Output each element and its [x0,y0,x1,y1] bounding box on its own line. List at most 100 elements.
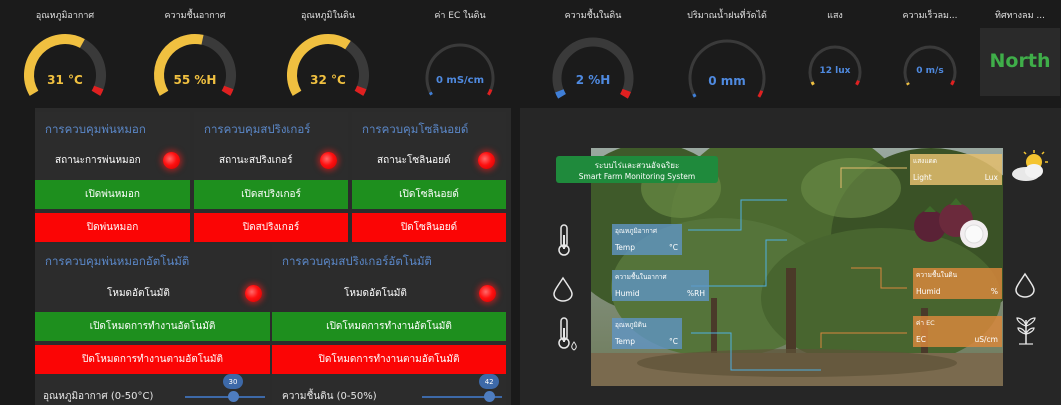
water-drop-icon [553,276,573,302]
auto-sprinkler-off-button[interactable]: ปิดโหมดการทำงานตามอัตโนมัติ [272,345,506,374]
solenoid-off-button[interactable]: ปิดโซลินอยด์ [352,213,506,242]
mist-off-button[interactable]: ปิดพ่นหมอก [35,213,190,242]
gauge-redline [855,80,860,86]
tag-title: อุณหภูมิดิน [615,321,647,329]
gauge-redline [91,85,104,96]
gauge-redline [620,88,631,99]
tag-unit: % [990,287,998,296]
solenoid-status-led [478,152,495,169]
tag-label: Temp [615,337,635,346]
plant-sprout-icon [1016,317,1036,345]
auto-sprinkler-on-button[interactable]: เปิดโหมดการทำงานอัตโนมัติ [272,312,506,341]
sprinkler-control-title: การควบคุมสปริงเกอร์ [204,122,311,136]
mist-status-label: สถานะการพ่นหมอก [55,155,141,166]
banner-title-th: ระบบไร่และสวนอัจฉริยะ [594,161,680,170]
solenoid-on-button[interactable]: เปิดโซลินอยด์ [352,180,506,209]
gauge-fill [428,91,433,96]
mist-on-button[interactable]: เปิดพ่นหมอก [35,180,190,209]
wind-direction-title: ทิศทางลม ... [995,11,1045,21]
gauge-air-humidity: ความชื้นอากาศ 55 %H [145,0,245,100]
tag-title: ค่า EC [916,319,935,327]
auto-mist-off-button[interactable]: ปิดโหมดการทำงานตามอัตโนมัติ [35,345,270,374]
solenoid-control-title: การควบคุมโซลินอยด์ [362,122,469,136]
auto-mist-mode-label: โหมดอัตโนมัติ [107,288,170,299]
auto-sprinkler-control-card: การควบคุมสปริงเกอร์อัตโนมัติ โหมดอัตโนมั… [272,244,506,405]
sun-cloud-icon [1012,150,1048,181]
sprinkler-status-led [320,152,337,169]
tag-label: Humid [916,287,941,296]
auto-sprinkler-control-title: การควบคุมสปริงเกอร์อัตโนมัติ [282,254,432,268]
tag-title: ความชื้นในอากาศ [615,273,667,281]
thermometer-icon [558,224,570,256]
gauge-fill [810,81,815,86]
solenoid-control-card: การควบคุมโซลินอยด์ สถานะโซลินอยด์ เปิดโซ… [352,112,506,242]
tag-label: EC [916,335,926,344]
tag-unit: uS/cm [974,335,998,344]
tag-title: ความชื้นในดิน [916,271,958,279]
tag-label: Humid [615,289,640,298]
tag-unit: %RH [687,289,705,298]
tag-label: Temp [615,243,635,252]
auto-mist-mode-led [245,285,262,302]
gauge-value: 12 lux [819,66,851,76]
auto-sprinkler-mode-label: โหมดอัตโนมัติ [344,288,407,299]
auto-sprinkler-mode-led [479,285,496,302]
auto-sprinkler-slider-value: 42 [479,374,500,389]
gauge-arc [808,45,862,86]
gauge-redline [221,85,234,96]
mist-control-card: การควบคุมพ่นหมอก สถานะการพ่นหมอก เปิดพ่น… [35,112,190,242]
tag-title: แสงแดด [913,157,937,165]
mangosteen-fruit-icon [914,198,988,248]
gauge-redline [354,85,367,96]
wind-direction-value: North [989,50,1051,72]
auto-mist-control-card: การควบคุมพ่นหมอกอัตโนมัติ โหมดอัตโนมัติ … [35,244,270,405]
gauge-soil-temperature: อุณหภูมิในดิน 32 °C [278,0,378,100]
sensor-gauge-bar: อุณหภูมิอากาศ 31 °C ความชื้นอากาศ 55 %H … [0,0,1061,100]
gauge-value: 0 mm [708,74,746,88]
auto-mist-slider-label: อุณหภูมิอากาศ (0-50°C) [43,391,154,402]
ec-tag: ค่า EC EC uS/cm [913,316,1002,347]
auto-mist-slider-value: 30 [223,374,243,389]
control-panel: การควบคุมพ่นหมอก สถานะการพ่นหมอก เปิดพ่น… [35,108,511,405]
auto-mist-slider-knob[interactable] [227,391,239,402]
soil-temp-tag: อุณหภูมิดิน Temp °C [612,318,682,349]
farm-monitoring-panel: ระบบไร่และสวนอัจฉริยะ Smart Farm Monitor… [520,108,1061,405]
sprinkler-on-button[interactable]: เปิดสปริงเกอร์ [194,180,348,209]
gauge-rainfall: ปริมาณน้ำฝนที่วัดได้ 0 mm [672,0,782,100]
gauge-value: 55 %H [173,73,217,87]
gauge-value: 31 °C [47,73,83,87]
gauge-air-temperature: อุณหภูมิอากาศ 31 °C [15,0,115,100]
mist-status-led [163,152,180,169]
gauge-fill [555,89,566,99]
gauge-value: 32 °C [310,73,346,87]
gauge-value: 2 %H [575,73,611,87]
water-drop-icon [1015,272,1035,298]
gauge-arc [903,45,957,86]
mist-control-title: การควบคุมพ่นหมอก [45,122,146,136]
auto-sprinkler-slider-label: ความชื้นดิน (0-50%) [282,391,377,402]
gauge-fill [906,82,910,86]
gauge-fill [692,93,697,98]
auto-mist-slider-track[interactable] [185,396,265,398]
gauge-soil-humidity: ความชื้นในดิน 2 %H [543,0,643,100]
banner-title-en: Smart Farm Monitoring System [578,172,696,181]
gauge-track [552,37,634,99]
gauge-track [688,39,766,98]
gauge-redline [757,90,764,98]
gauge-wind-speed: ความเร็วลม... 0 m/s [895,0,965,100]
solenoid-status-label: สถานะโซลินอยด์ [377,155,451,166]
tag-unit: Lux [984,173,998,182]
auto-mist-on-button[interactable]: เปิดโหมดการทำงานอัตโนมัติ [35,312,270,341]
air-temp-tag: อุณหภูมิอากาศ Temp °C [612,224,682,255]
gauge-redline [950,80,955,86]
tag-unit: °C [669,243,678,252]
sprinkler-off-button[interactable]: ปิดสปริงเกอร์ [194,213,348,242]
gauge-value: 0 m/s [916,66,944,76]
tag-label: Light [913,173,932,182]
gauge-light: แสง 12 lux [800,0,870,100]
auto-sprinkler-slider-knob[interactable] [483,391,495,402]
smart-farm-banner: ระบบไร่และสวนอัจฉริยะ Smart Farm Monitor… [556,156,718,183]
sprinkler-control-card: การควบคุมสปริงเกอร์ สถานะสปริงเกอร์ เปิด… [194,112,348,242]
tag-title: อุณหภูมิอากาศ [615,227,658,235]
auto-mist-control-title: การควบคุมพ่นหมอกอัตโนมัติ [45,254,190,268]
